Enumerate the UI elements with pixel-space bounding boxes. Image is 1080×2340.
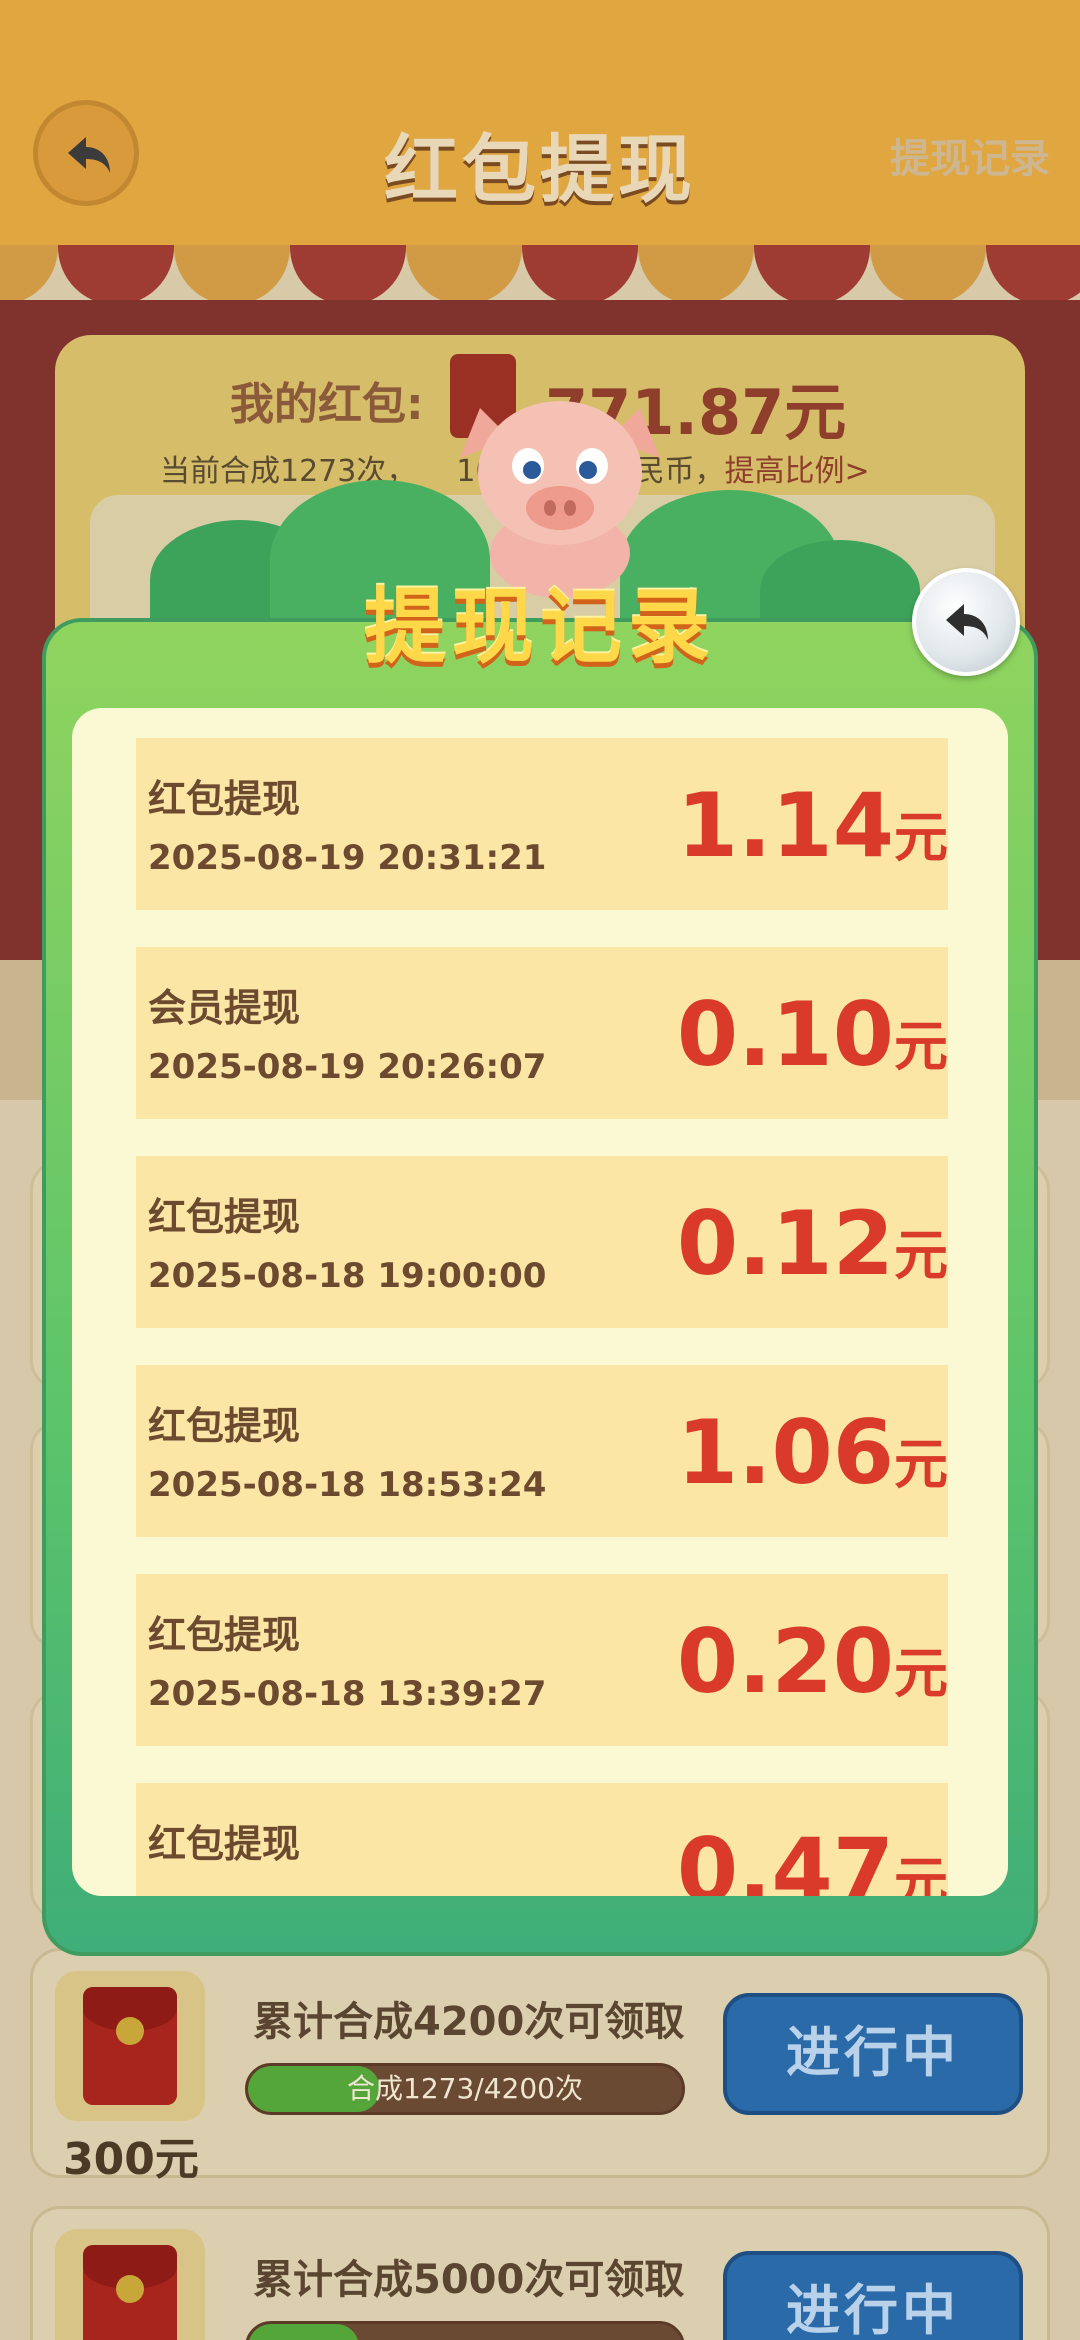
awning-decoration	[0, 245, 1080, 305]
reward-progress-bar	[245, 2321, 685, 2340]
button-label: 进行中	[786, 2279, 960, 2340]
amount-unit: 元	[894, 1433, 948, 1496]
record-type: 红包提现	[148, 1195, 301, 1239]
progress-fill	[248, 2324, 359, 2340]
record-type: 红包提现	[148, 777, 301, 821]
reward-progress-bar: 合成1273/4200次	[245, 2063, 685, 2115]
record-amount: 1.14元	[677, 774, 948, 877]
record-time: 2025-08-18 13:39:27	[148, 1674, 547, 1714]
record-amount: 0.10元	[677, 983, 948, 1086]
in-progress-button[interactable]: 进行中	[723, 2251, 1023, 2340]
amount-value: 1.14	[676, 774, 894, 877]
record-amount: 0.20元	[677, 1610, 948, 1713]
amount-value: 0.10	[676, 983, 894, 1086]
progress-text: 合成1273/4200次	[347, 2072, 583, 2105]
record-type: 红包提现	[148, 1404, 301, 1448]
in-progress-button[interactable]: 进行中	[723, 1993, 1023, 2115]
top-bar: 红包提现 提现记录	[0, 0, 1080, 245]
record-time: 2025-08-18 19:00:00	[148, 1256, 547, 1296]
record-time: 2025-08-19 20:26:07	[148, 1047, 547, 1087]
red-envelope-icon	[83, 2245, 177, 2340]
reward-condition: 累计合成4200次可领取	[253, 1999, 685, 2045]
record-time: 2025-08-18 18:53:24	[148, 1465, 547, 1505]
withdraw-record-link[interactable]: 提现记录	[890, 126, 1050, 184]
raise-ratio-link[interactable]: 提高比例>	[725, 454, 870, 489]
record-amount: 1.06元	[677, 1401, 948, 1504]
record-row: 红包提现 2025-08-19 20:31:21 1.14元	[136, 738, 948, 910]
record-row: 红包提现 0.47元	[136, 1783, 948, 1896]
amount-unit: 元	[894, 1224, 948, 1287]
amount-unit: 元	[894, 1015, 948, 1078]
reward-icon-box	[55, 2229, 205, 2340]
amount-value: 1.06	[676, 1401, 894, 1504]
amount-unit: 元	[894, 1851, 948, 1896]
reward-row: 300元 累计合成4200次可领取 合成1273/4200次 进行中	[30, 1948, 1050, 2185]
record-type: 红包提现	[148, 1613, 301, 1657]
record-type: 红包提现	[148, 1822, 301, 1866]
record-row: 红包提现 2025-08-18 19:00:00 0.12元	[136, 1156, 948, 1328]
back-arrow-icon	[946, 604, 988, 640]
record-amount: 0.47元	[677, 1819, 948, 1896]
record-list-panel: 红包提现 2025-08-19 20:31:21 1.14元 会员提现 2025…	[72, 708, 1008, 1896]
reward-prize: 300元	[63, 2134, 199, 2185]
record-row: 红包提现 2025-08-18 18:53:24 1.06元	[136, 1365, 948, 1537]
my-purse-label: 我的红包:	[230, 379, 424, 430]
record-type: 会员提现	[148, 986, 301, 1030]
record-time: 2025-08-19 20:31:21	[148, 838, 547, 878]
reward-condition: 累计合成5000次可领取	[253, 2257, 685, 2303]
reward-row: 累计合成5000次可领取 进行中	[30, 2206, 1050, 2340]
reward-icon-box	[55, 1971, 205, 2121]
amount-unit: 元	[894, 806, 948, 869]
button-label: 进行中	[786, 2021, 960, 2084]
amount-value: 0.12	[676, 1192, 894, 1295]
red-envelope-icon	[83, 1987, 177, 2105]
amount-value: 0.20	[676, 1610, 894, 1713]
amount-value: 0.47	[676, 1819, 894, 1896]
modal-close-button[interactable]	[912, 568, 1020, 676]
amount-unit: 元	[894, 1642, 948, 1705]
record-amount: 0.12元	[677, 1192, 948, 1295]
record-row: 会员提现 2025-08-19 20:26:07 0.10元	[136, 947, 948, 1119]
record-row: 红包提现 2025-08-18 13:39:27 0.20元	[136, 1574, 948, 1746]
